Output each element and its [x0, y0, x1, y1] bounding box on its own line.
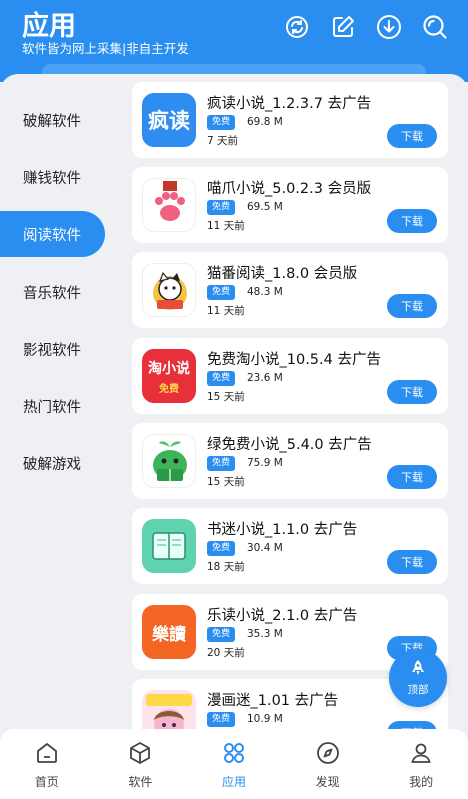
app-name: 免费淘小说_10.5.4 去广告	[207, 352, 381, 368]
free-badge: 免费	[207, 456, 236, 471]
sidebar-item-cracked-games[interactable]: 破解游戏	[0, 440, 105, 486]
download-icon[interactable]	[374, 12, 404, 42]
green-book-icon	[142, 434, 196, 488]
app-date: 15 天前	[207, 391, 245, 403]
app-date: 18 天前	[207, 561, 245, 573]
sidebar-item-reading-software[interactable]: 阅读软件	[0, 211, 105, 257]
app-header: 应用 软件皆为网上采集|非自主开发	[0, 0, 468, 82]
download-button[interactable]: 下载	[387, 550, 437, 574]
free-badge: 免费	[207, 371, 236, 386]
rocket-icon	[410, 659, 426, 680]
header-actions	[282, 12, 450, 42]
apps-icon	[221, 740, 247, 766]
list-item[interactable]: 书迷小说_1.1.0 去广告 免费 30.4 M 18 天前 下载	[132, 508, 448, 584]
list-item[interactable]: 猫番阅读_1.8.0 会员版 免费 48.3 M 11 天前 下载	[132, 252, 448, 328]
app-date: 11 天前	[207, 305, 245, 317]
back-to-top-button[interactable]: 顶部	[389, 649, 447, 707]
page-subtitle: 软件皆为网上采集|非自主开发	[22, 41, 189, 56]
app-name: 漫画迷_1.01 去广告	[207, 693, 339, 709]
manga-girl-icon	[142, 690, 196, 729]
app-name: 书迷小说_1.1.0 去广告	[207, 522, 358, 538]
free-badge: 免费	[207, 712, 236, 727]
sidebar-item-label: 破解游戏	[23, 456, 81, 473]
list-item[interactable]: 淘小说 免费 免费淘小说_10.5.4 去广告 免费 23.6 M 15 天前 …	[132, 338, 448, 414]
app-name: 疯读小说_1.2.3.7 去广告	[207, 96, 372, 112]
app-name: 喵爪小说_5.0.2.3 会员版	[207, 181, 372, 197]
user-icon	[408, 740, 434, 766]
back-to-top-label: 顶部	[407, 684, 429, 696]
app-date: 15 天前	[207, 476, 245, 488]
sidebar-item-label: 音乐软件	[23, 285, 81, 302]
sidebar-item-video-software[interactable]: 影视软件	[0, 326, 105, 372]
ledu-icon: 樂讀	[142, 605, 196, 659]
nav-label: 首页	[34, 775, 59, 789]
download-button[interactable]: 下载	[387, 380, 437, 404]
nav-home[interactable]: 首页	[0, 729, 94, 799]
list-item[interactable]: 喵爪小说_5.0.2.3 会员版 免费 69.5 M 11 天前 下载	[132, 167, 448, 243]
nav-software[interactable]: 软件	[94, 729, 188, 799]
nav-apps[interactable]: 应用	[187, 729, 281, 799]
sidebar-item-label: 影视软件	[23, 342, 81, 359]
edit-icon[interactable]	[328, 12, 358, 42]
cube-icon	[127, 740, 153, 766]
free-badge: 免费	[207, 541, 236, 556]
app-size: 30.4 M	[247, 542, 283, 554]
app-date: 20 天前	[207, 647, 245, 659]
app-size: 35.3 M	[247, 628, 283, 640]
app-size: 48.3 M	[247, 286, 283, 298]
sidebar-item-money-software[interactable]: 赚钱软件	[0, 154, 105, 200]
nav-profile[interactable]: 我的	[374, 729, 468, 799]
nav-discover[interactable]: 发现	[281, 729, 375, 799]
cat-reading-icon	[142, 263, 196, 317]
refresh-icon[interactable]	[282, 12, 312, 42]
search-icon[interactable]	[420, 12, 450, 42]
sidebar-item-cracked-software[interactable]: 破解软件	[0, 97, 105, 143]
icon-label: 樂讀	[152, 624, 186, 645]
app-size: 69.8 M	[247, 116, 283, 128]
download-button[interactable]: 下载	[387, 209, 437, 233]
app-date: 11 天前	[207, 220, 245, 232]
app-size: 23.6 M	[247, 372, 283, 384]
sidebar-item-label: 阅读软件	[23, 227, 81, 244]
icon-label: 淘小说	[148, 360, 190, 377]
sidebar-item-label: 赚钱软件	[23, 170, 81, 187]
icon-sublabel: 免费	[159, 383, 179, 395]
download-button[interactable]: 下载	[387, 294, 437, 318]
nav-label: 发现	[315, 775, 340, 789]
sidebar-item-label: 破解软件	[23, 113, 81, 130]
list-item[interactable]: 疯读 疯读小说_1.2.3.7 去广告 免费 69.8 M 7 天前 下载	[132, 82, 448, 158]
free-badge: 免费	[207, 200, 236, 215]
app-size: 75.9 M	[247, 457, 283, 469]
nav-label: 软件	[128, 775, 153, 789]
compass-icon	[315, 740, 341, 766]
nav-label: 应用	[221, 775, 246, 789]
home-icon	[34, 740, 60, 766]
taoxiaoshuo-icon: 淘小说 免费	[142, 349, 196, 403]
sidebar-item-music-software[interactable]: 音乐软件	[0, 269, 105, 315]
list-item[interactable]: 绿免费小说_5.4.0 去广告 免费 75.9 M 15 天前 下载	[132, 423, 448, 499]
app-size: 10.9 M	[247, 713, 283, 725]
fengdu-icon: 疯读	[142, 93, 196, 147]
cat-paw-icon	[142, 178, 196, 232]
app-name: 绿免费小说_5.4.0 去广告	[207, 437, 372, 453]
free-badge: 免费	[207, 627, 236, 642]
sidebar-item-hot-software[interactable]: 热门软件	[0, 383, 105, 429]
icon-label: 疯读	[148, 109, 190, 133]
content-panel: 破解软件 赚钱软件 阅读软件 音乐软件 影视软件 热门软件 破解游戏 疯读 疯读…	[0, 74, 468, 729]
app-name: 猫番阅读_1.8.0 会员版	[207, 266, 358, 282]
nav-label: 我的	[409, 775, 434, 789]
app-name: 乐读小说_2.1.0 去广告	[207, 608, 358, 624]
download-button[interactable]: 下载	[387, 465, 437, 489]
bottom-nav: 首页 软件 应用 发现 我的	[0, 729, 468, 799]
app-size: 69.5 M	[247, 201, 283, 213]
download-button[interactable]: 下载	[387, 124, 437, 148]
category-sidebar: 破解软件 赚钱软件 阅读软件 音乐软件 影视软件 热门软件 破解游戏	[0, 74, 120, 729]
download-button[interactable]: 下载	[387, 721, 437, 729]
sidebar-item-label: 热门软件	[23, 399, 81, 416]
open-book-icon	[142, 519, 196, 573]
free-badge: 免费	[207, 285, 236, 300]
app-date: 7 天前	[207, 135, 239, 147]
free-badge: 免费	[207, 115, 236, 130]
